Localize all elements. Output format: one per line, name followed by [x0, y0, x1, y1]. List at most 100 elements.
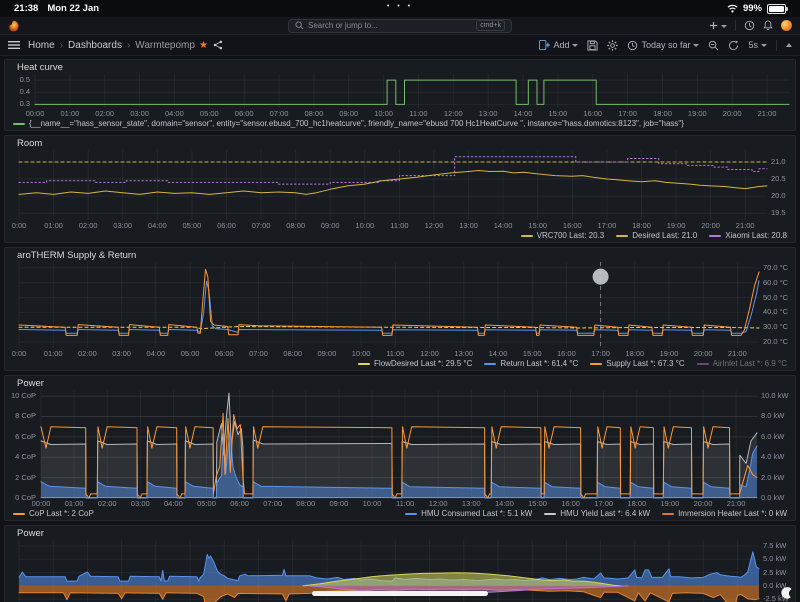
touch-cursor[interactable] — [592, 268, 609, 285]
panel-title[interactable]: Room — [17, 138, 42, 149]
search-icon — [295, 21, 304, 30]
breadcrumb-current-dashboard[interactable]: Warmtepomp — [135, 40, 195, 51]
legend-label: FlowDesired Last *: 29.5 °C — [374, 359, 473, 368]
legend-item[interactable]: Desired Last: 21.0 — [616, 230, 697, 241]
legend-item[interactable]: Return Last *: 61.4 °C — [484, 358, 578, 369]
series-VRC700 — [18, 170, 768, 195]
collapse-toolbar-button[interactable] — [786, 43, 792, 47]
mega-menu-icon[interactable] — [8, 40, 20, 50]
legend-swatch — [616, 234, 629, 237]
panel-header: Power — [11, 528, 789, 540]
legend-item[interactable]: VRC700 Last: 20.3 — [520, 230, 604, 241]
x-axis-label: 21:00 — [757, 109, 777, 118]
add-panel-button[interactable]: Add — [539, 40, 579, 50]
x-axis-label: 16:00 — [562, 221, 582, 230]
grafana-navbar: Search or jump to... cmd+k — [0, 17, 800, 35]
new-dropdown-button[interactable] — [709, 21, 727, 30]
x-axis-label: 20:00 — [722, 109, 742, 118]
x-axis-label: 00:00 — [25, 109, 45, 118]
x-axis-label: 01:00 — [43, 349, 63, 358]
x-axis-label: 09:00 — [329, 499, 349, 508]
x-axis-label: 16:00 — [561, 499, 580, 508]
home-indicator[interactable] — [312, 591, 488, 596]
x-axis-label: 06:00 — [217, 221, 236, 230]
chart-heatcurve[interactable]: 0.5 0.4 0.3 — [20, 74, 790, 108]
multitask-dots-icon: • • • — [386, 3, 414, 10]
panel-title[interactable]: aroTHERM Supply & Return — [17, 250, 136, 261]
legend-item[interactable]: Xiaomi Last: 20.8 — [709, 230, 787, 241]
x-axis-label: 07:00 — [269, 109, 289, 118]
legend-item[interactable]: Supply Last *: 67.3 °C — [590, 358, 685, 369]
refresh-interval-dropdown[interactable]: 5s — [748, 40, 767, 50]
legend-item[interactable]: Immersion Heater Last *: 0 kW — [662, 508, 787, 519]
grafana-logo-icon[interactable] — [8, 20, 20, 32]
x-axis-label: 18:00 — [653, 109, 672, 118]
favorite-star-icon[interactable]: ★ — [199, 40, 208, 51]
x-axis-label: 05:00 — [199, 109, 219, 118]
x-axis-label: 06:00 — [214, 349, 234, 358]
y-axis-label: 10 CoP — [11, 391, 37, 401]
battery-icon — [767, 3, 788, 14]
save-dashboard-icon[interactable] — [587, 39, 598, 51]
x-axis-label: 08:00 — [283, 349, 303, 358]
status-left: 21:38 Mon 22 Jan — [14, 3, 99, 14]
caret-down-icon — [721, 24, 727, 28]
x-axis: 0:00 01:00 02:00 03:00 04:00 05:00 06:00 07:00 0… — [12, 220, 759, 230]
notifications-bell-icon[interactable] — [763, 20, 773, 31]
legend-item[interactable]: HMU Consumed Last *: 5.1 kW — [405, 508, 532, 519]
y-axis-label: 20.0 °C — [763, 337, 789, 347]
breadcrumb-separator: › — [59, 39, 64, 51]
y-axis-label: 6 CoP — [15, 431, 36, 441]
x-axis-label: 10:00 — [362, 499, 382, 508]
legend-item[interactable]: CoP Last *: 2 CoP — [13, 508, 94, 519]
chart-power[interactable]: 10 CoP 8 CoP 6 CoP 4 CoP 2 CoP 0 CoP 10.0 kW 8.… — [11, 390, 789, 502]
x-axis-label: 17:00 — [591, 349, 610, 358]
panel-power: Power 10 CoP 8 CoP 6 CoP 4 CoP 2 CoP 0 CoP 10.0… — [4, 375, 796, 521]
x-axis-label: 03:00 — [130, 499, 150, 508]
x-axis-label: 00:00 — [31, 499, 51, 508]
x-axis-label: 18:00 — [627, 499, 647, 508]
x-axis-label: 04:00 — [146, 349, 166, 358]
y-axis-label: 5.0 kW — [763, 554, 787, 564]
navbar-actions — [709, 20, 792, 31]
time-range-picker[interactable]: Today so far — [627, 40, 700, 51]
dashboard-settings-gear-icon[interactable] — [607, 39, 619, 51]
user-avatar[interactable] — [781, 20, 792, 31]
moon-icon — [780, 586, 793, 599]
legend-item[interactable]: HMU Yield Last *: 6.4 kW — [544, 508, 650, 519]
help-icon[interactable] — [744, 20, 755, 31]
x-axis-label: 0:00 — [11, 221, 27, 230]
panel-title[interactable]: Power — [17, 528, 44, 539]
y-axis-label: 7.5 kW — [763, 540, 787, 550]
x-axis-label: 14:00 — [513, 109, 533, 118]
legend-item[interactable]: {__name__="hass_sensor_state", domain="s… — [13, 118, 684, 129]
y-axis-label: 40.0 °C — [763, 307, 789, 317]
x-axis-label: 02:00 — [97, 499, 117, 508]
breadcrumb-dashboards[interactable]: Dashboards — [68, 40, 122, 51]
x-axis-label: 16:00 — [557, 349, 576, 358]
panel-title[interactable]: Power — [17, 378, 44, 389]
legend-swatch — [358, 362, 371, 365]
legend: {__name__="hass_sensor_state", domain="s… — [11, 117, 789, 129]
x-axis-label: 10:00 — [374, 109, 393, 118]
legend-item[interactable]: AirInlet Last *: 6.9 °C — [696, 358, 787, 369]
search-input[interactable]: Search or jump to... cmd+k — [288, 18, 512, 33]
y-axis-label: 21.0 — [771, 156, 786, 166]
legend-item[interactable]: FlowDesired Last *: 29.5 °C — [358, 358, 472, 369]
y-axis-label: 6.0 kW — [761, 431, 785, 441]
x-axis-label: 17:00 — [618, 109, 637, 118]
zoom-out-icon[interactable] — [708, 40, 719, 51]
chart-room[interactable]: 21.0 20.5 20.0 19.5 — [18, 150, 786, 220]
legend: CoP Last *: 2 CoP HMU Consumed Last *: 5.… — [11, 507, 789, 519]
refresh-icon[interactable] — [728, 40, 739, 51]
panel-title[interactable]: Heat curve — [17, 62, 63, 73]
chart-arotherm[interactable]: 70.0 °C 60.0 °C 50.0 °C 40.0 °C 30.0 °C 20.0 … — [18, 262, 788, 348]
x-axis-label: 11:00 — [386, 349, 405, 358]
share-icon[interactable] — [213, 40, 223, 50]
x-axis-label: 04:00 — [164, 499, 183, 508]
y-axis-label: 2 CoP — [15, 472, 36, 482]
x-axis-label: 04:00 — [147, 221, 167, 230]
legend-group-right: VRC700 Last: 20.3 Desired Last: 21.0 Xiaom… — [520, 230, 787, 241]
breadcrumb-home[interactable]: Home — [28, 40, 55, 51]
caret-down-icon — [572, 44, 579, 47]
